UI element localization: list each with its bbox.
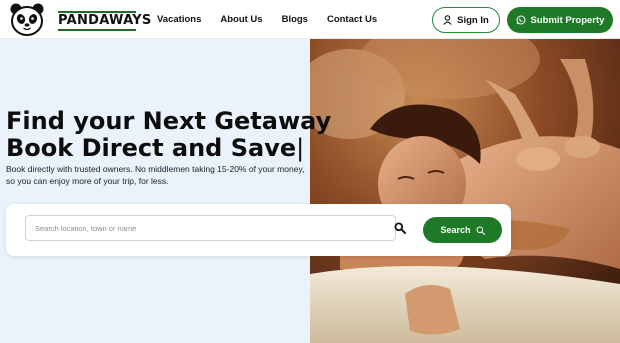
nav-contact-us[interactable]: Contact Us (327, 14, 377, 25)
hero-background (0, 39, 310, 343)
nav-blogs[interactable]: Blogs (282, 14, 308, 25)
subtext-line-2: so you can enjoy more of your trip, for … (6, 176, 169, 186)
typing-cursor: | (296, 134, 305, 162)
subtext-line-1: Book directly with trusted owners. No mi… (6, 164, 305, 174)
headline-line-1: Find your Next Getaway (6, 107, 332, 135)
user-icon (443, 15, 452, 25)
panda-logo-icon (10, 3, 44, 36)
search-card: Search (6, 204, 511, 256)
sign-in-label: Sign In (457, 14, 489, 26)
hero-subtext: Book directly with trusted owners. No mi… (6, 163, 312, 187)
search-button[interactable]: Search (423, 217, 502, 243)
site-logo[interactable]: PANDAWAYS (8, 3, 151, 37)
whatsapp-icon (516, 15, 526, 25)
main-nav: Vacations About Us Blogs Contact Us (157, 14, 377, 25)
hero-headline: Find your Next Getaway Book Direct and S… (6, 108, 336, 162)
site-header: PANDAWAYS Vacations About Us Blogs Conta… (0, 0, 620, 39)
hero-image (310, 39, 620, 343)
headline-line-2-text: Book Direct and Save (6, 134, 297, 162)
submit-property-label: Submit Property (530, 14, 605, 26)
submit-property-button[interactable]: Submit Property (507, 7, 613, 33)
search-input[interactable] (25, 215, 396, 241)
logo-wordmark: PANDAWAYS (58, 11, 151, 31)
nav-vacations[interactable]: Vacations (157, 14, 201, 25)
search-button-icon (476, 226, 485, 235)
search-button-label: Search (440, 225, 471, 235)
headline-line-2: Book Direct and Save| (6, 135, 336, 162)
massage-photo (310, 39, 620, 343)
search-icon[interactable] (394, 222, 406, 234)
sign-in-button[interactable]: Sign In (432, 7, 500, 33)
nav-about-us[interactable]: About Us (220, 14, 262, 25)
